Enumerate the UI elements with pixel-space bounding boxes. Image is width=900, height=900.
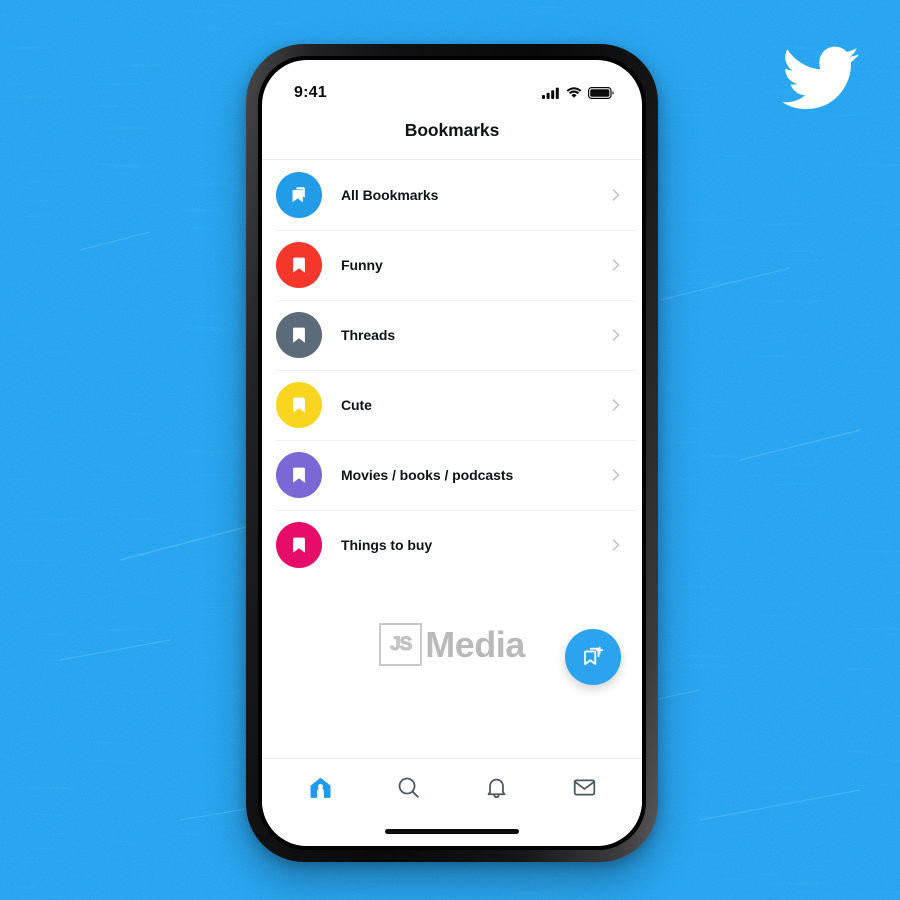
phone-bezel: 9:41 Bookmarks All Bookmarks Funny Threa… [258,56,646,850]
cellular-signal-icon [542,87,559,99]
home-indicator-bar[interactable] [385,828,519,834]
poster-canvas: 9:41 Bookmarks All Bookmarks Funny Threa… [0,0,900,900]
messages-envelope-icon [573,779,595,796]
notifications-bell-icon [487,778,505,798]
watermark-badge: JS [379,623,423,666]
bookmark-icon [276,312,322,358]
bookmark-icon [276,242,322,288]
bookmark-row-label: Movies / books / podcasts [341,467,514,483]
chevron-right-icon [608,327,624,343]
bookmark-icon [276,452,322,498]
bookmark-row-label: Things to buy [341,537,433,553]
status-bar-icons [542,87,614,99]
add-bookmark-fab-button[interactable] [565,629,621,685]
bookmark-row-label: Funny [341,257,383,273]
wifi-icon [566,87,582,98]
phone-screen: 9:41 Bookmarks All Bookmarks Funny Threa… [262,60,642,846]
chevron-right-icon [608,187,624,203]
bookmark-row-movies-books-podcasts[interactable]: Movies / books / podcasts [262,440,642,510]
page-title: Bookmarks [404,120,500,140]
bookmark-row-funny[interactable]: Funny [262,230,642,300]
bookmark-icon [276,382,322,428]
bookmark-row-cute[interactable]: Cute [262,370,642,440]
bookmarks-list: All Bookmarks Funny Threads Cute Movies … [262,160,642,758]
bookmark-row-label: All Bookmarks [341,187,439,203]
bookmark-row-label: Threads [341,327,396,343]
phone-device-frame: 9:41 Bookmarks All Bookmarks Funny Threa… [246,44,658,862]
search-icon [398,777,419,798]
bookmark-stack-icon [276,172,322,218]
chevron-right-icon [608,397,624,413]
tab-notifications[interactable] [452,759,540,816]
tab-messages[interactable] [540,759,628,816]
status-bar: 9:41 [262,60,642,112]
bookmark-row-threads[interactable]: Threads [262,300,642,370]
screen-header: Bookmarks [262,112,642,160]
tab-search[interactable] [364,759,452,816]
tab-home[interactable] [276,759,364,816]
twitter-bird-logo [782,46,860,112]
status-bar-time: 9:41 [294,84,327,101]
bookmark-icon [276,522,322,568]
bookmark-row-all-bookmarks[interactable]: All Bookmarks [262,160,642,230]
chevron-right-icon [608,257,624,273]
add-bookmark-icon [584,646,604,666]
battery-icon [588,87,614,99]
watermark-text: Media [425,623,525,665]
bookmark-row-label: Cute [341,397,372,413]
home-icon [310,777,330,798]
home-indicator-area [262,816,642,846]
bottom-tab-bar [262,758,642,816]
chevron-right-icon [608,537,624,553]
chevron-right-icon [608,467,624,483]
bookmark-row-things-to-buy[interactable]: Things to buy [262,510,642,580]
